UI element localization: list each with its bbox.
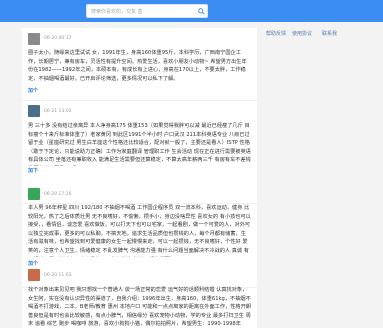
post-text: 找个对象出来见见吧 我只想找一个普通人 谈一场正常的恋爱 运气好的话顺利结婚 认…: [28, 287, 251, 328]
post-text: 本人男 96年秤星 四川 192/180 不抽烟不喝酒 工作国企程序员 双一流本…: [28, 205, 251, 257]
search-icon[interactable]: [198, 8, 205, 15]
help-feedback-link[interactable]: 帮助反馈: [266, 30, 286, 37]
sidebar-links: 帮助反馈 使用协议 联系我: [262, 28, 383, 42]
top-navigation-bar: 搜索你喜欢的，交友 盒: [0, 0, 383, 22]
post-card: 06-20 00:17 圈子太小，随缘来这里试试 女，1991年生，身高160体…: [22, 28, 257, 101]
post-text: 圈子太小，随缘来这里试试 女，1991年生，身高160体重95斤，本科学历，广西…: [28, 50, 247, 82]
add-contact-link[interactable]: 加个: [28, 87, 38, 94]
post-time: 06-20 11:03: [44, 273, 72, 278]
contact-link[interactable]: 联系我: [322, 30, 337, 37]
search-box[interactable]: 搜索你喜欢的，交友 盒: [86, 4, 208, 18]
post-time: 06-21 13:03: [44, 109, 72, 114]
post-text: 男 三十多 没有结过亲离异 本人净身高175 体重153（如果觉得我胖可以减 最…: [28, 123, 251, 166]
avatar[interactable]: [28, 33, 40, 45]
avatar[interactable]: [28, 188, 40, 200]
avatar[interactable]: [28, 269, 40, 281]
post-time: 06-20 00:17: [44, 36, 72, 41]
post-time: 06-20 17:26: [44, 192, 72, 197]
search-input[interactable]: 搜索你喜欢的，交友 盒: [91, 6, 143, 18]
post-card: 06-20 11:03 找个对象出来见见吧 我只想找一个普通人 谈一场正常的恋爱…: [22, 265, 257, 328]
user-agreement-link[interactable]: 使用协议: [292, 30, 312, 37]
avatar[interactable]: [28, 105, 40, 117]
add-contact-link[interactable]: 加下: [28, 167, 38, 174]
post-feed: 06-20 00:17 圈子太小，随缘来这里试试 女，1991年生，身高160体…: [22, 28, 257, 328]
